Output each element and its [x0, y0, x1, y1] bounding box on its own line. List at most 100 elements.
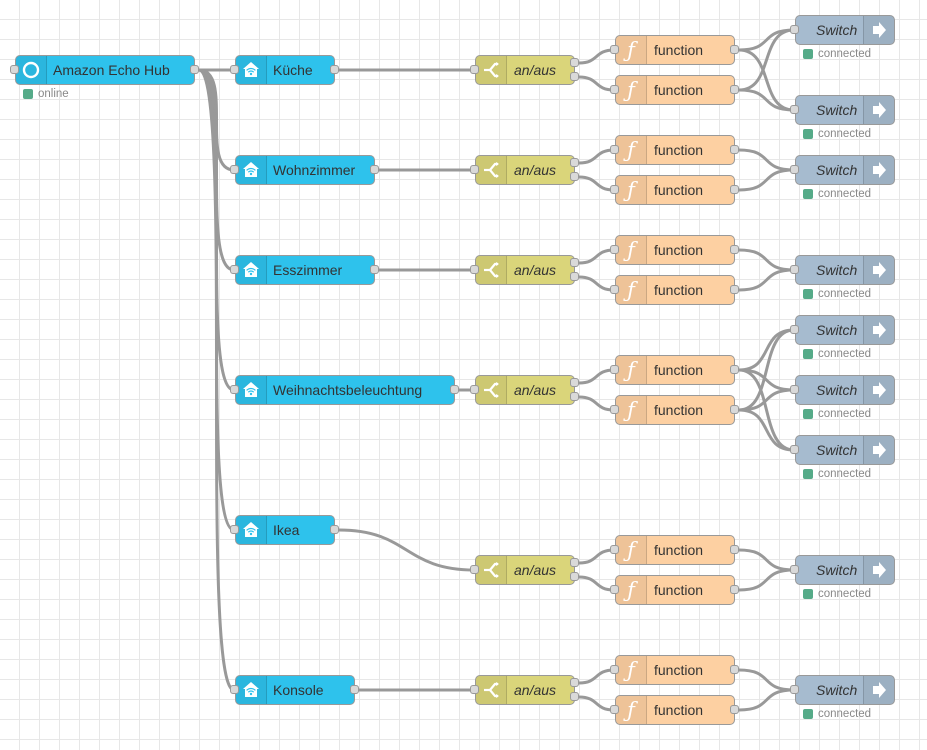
- node-switch-output-8[interactable]: Switch: [795, 555, 895, 585]
- output-port[interactable]: [190, 65, 199, 74]
- node-function-2[interactable]: ƒ function: [615, 75, 735, 105]
- output-port[interactable]: [730, 145, 739, 154]
- node-switch-output-6[interactable]: Switch: [795, 375, 895, 405]
- input-port[interactable]: [610, 365, 619, 374]
- output-port[interactable]: [570, 172, 579, 181]
- node-device-4[interactable]: Weihnachtsbeleuchtung: [235, 375, 455, 405]
- node-function-9[interactable]: ƒ function: [615, 535, 735, 565]
- node-function-11[interactable]: ƒ function: [615, 655, 735, 685]
- output-port[interactable]: [570, 572, 579, 581]
- input-port[interactable]: [230, 165, 239, 174]
- node-amazon-echo-hub[interactable]: Amazon Echo Hub: [15, 55, 195, 85]
- output-port[interactable]: [330, 525, 339, 534]
- input-port[interactable]: [610, 545, 619, 554]
- node-switch-output-5[interactable]: Switch: [795, 315, 895, 345]
- node-switch-output-2-label: Switch: [816, 102, 858, 118]
- input-port[interactable]: [790, 165, 799, 174]
- node-function-5[interactable]: ƒ function: [615, 235, 735, 265]
- output-port[interactable]: [730, 85, 739, 94]
- output-port[interactable]: [570, 692, 579, 701]
- node-switch-output-9[interactable]: Switch: [795, 675, 895, 705]
- input-port[interactable]: [790, 445, 799, 454]
- node-device-2[interactable]: Wohnzimmer: [235, 155, 375, 185]
- input-port[interactable]: [470, 385, 479, 394]
- input-port[interactable]: [790, 325, 799, 334]
- output-port[interactable]: [730, 545, 739, 554]
- output-port[interactable]: [330, 65, 339, 74]
- node-an-aus-4[interactable]: an/aus: [475, 375, 575, 405]
- output-port[interactable]: [730, 405, 739, 414]
- input-port[interactable]: [470, 265, 479, 274]
- node-function-6[interactable]: ƒ function: [615, 275, 735, 305]
- input-port[interactable]: [470, 165, 479, 174]
- output-port[interactable]: [730, 185, 739, 194]
- input-port[interactable]: [610, 285, 619, 294]
- input-port[interactable]: [610, 185, 619, 194]
- input-port[interactable]: [610, 705, 619, 714]
- node-switch-output-3[interactable]: Switch: [795, 155, 895, 185]
- output-port[interactable]: [370, 165, 379, 174]
- output-port[interactable]: [730, 45, 739, 54]
- node-device-6[interactable]: Konsole: [235, 675, 355, 705]
- output-port[interactable]: [570, 378, 579, 387]
- node-function-8[interactable]: ƒ function: [615, 395, 735, 425]
- node-function-10[interactable]: ƒ function: [615, 575, 735, 605]
- node-an-aus-6[interactable]: an/aus: [475, 675, 575, 705]
- input-port[interactable]: [790, 25, 799, 34]
- output-port[interactable]: [730, 665, 739, 674]
- node-function-12[interactable]: ƒ function: [615, 695, 735, 725]
- node-an-aus-5[interactable]: an/aus: [475, 555, 575, 585]
- input-port[interactable]: [790, 385, 799, 394]
- node-an-aus-3[interactable]: an/aus: [475, 255, 575, 285]
- input-port[interactable]: [230, 685, 239, 694]
- output-port[interactable]: [570, 158, 579, 167]
- output-port[interactable]: [730, 245, 739, 254]
- input-port[interactable]: [230, 525, 239, 534]
- node-switch-output-7[interactable]: Switch: [795, 435, 895, 465]
- input-port[interactable]: [10, 65, 19, 74]
- input-port[interactable]: [610, 85, 619, 94]
- output-port[interactable]: [370, 265, 379, 274]
- input-port[interactable]: [790, 685, 799, 694]
- output-port[interactable]: [570, 392, 579, 401]
- input-port[interactable]: [610, 585, 619, 594]
- output-port[interactable]: [570, 258, 579, 267]
- output-port[interactable]: [570, 272, 579, 281]
- output-port[interactable]: [450, 385, 459, 394]
- input-port[interactable]: [790, 105, 799, 114]
- node-switch-output-4[interactable]: Switch: [795, 255, 895, 285]
- input-port[interactable]: [610, 665, 619, 674]
- node-an-aus-1[interactable]: an/aus: [475, 55, 575, 85]
- input-port[interactable]: [790, 265, 799, 274]
- node-function-1[interactable]: ƒ function: [615, 35, 735, 65]
- output-port[interactable]: [730, 705, 739, 714]
- output-port[interactable]: [730, 365, 739, 374]
- node-an-aus-2[interactable]: an/aus: [475, 155, 575, 185]
- input-port[interactable]: [230, 385, 239, 394]
- node-function-7[interactable]: ƒ function: [615, 355, 735, 385]
- node-device-5[interactable]: Ikea: [235, 515, 335, 545]
- input-port[interactable]: [610, 145, 619, 154]
- output-port[interactable]: [570, 58, 579, 67]
- output-port[interactable]: [350, 685, 359, 694]
- output-port[interactable]: [570, 678, 579, 687]
- node-device-1[interactable]: Küche: [235, 55, 335, 85]
- input-port[interactable]: [230, 265, 239, 274]
- input-port[interactable]: [610, 245, 619, 254]
- node-switch-output-1[interactable]: Switch: [795, 15, 895, 45]
- input-port[interactable]: [470, 65, 479, 74]
- input-port[interactable]: [470, 685, 479, 694]
- node-function-4[interactable]: ƒ function: [615, 175, 735, 205]
- input-port[interactable]: [470, 565, 479, 574]
- input-port[interactable]: [610, 405, 619, 414]
- input-port[interactable]: [790, 565, 799, 574]
- input-port[interactable]: [230, 65, 239, 74]
- output-port[interactable]: [730, 585, 739, 594]
- output-port[interactable]: [730, 285, 739, 294]
- input-port[interactable]: [610, 45, 619, 54]
- node-function-3[interactable]: ƒ function: [615, 135, 735, 165]
- output-port[interactable]: [570, 72, 579, 81]
- output-port[interactable]: [570, 558, 579, 567]
- node-device-3[interactable]: Esszimmer: [235, 255, 375, 285]
- node-switch-output-2[interactable]: Switch: [795, 95, 895, 125]
